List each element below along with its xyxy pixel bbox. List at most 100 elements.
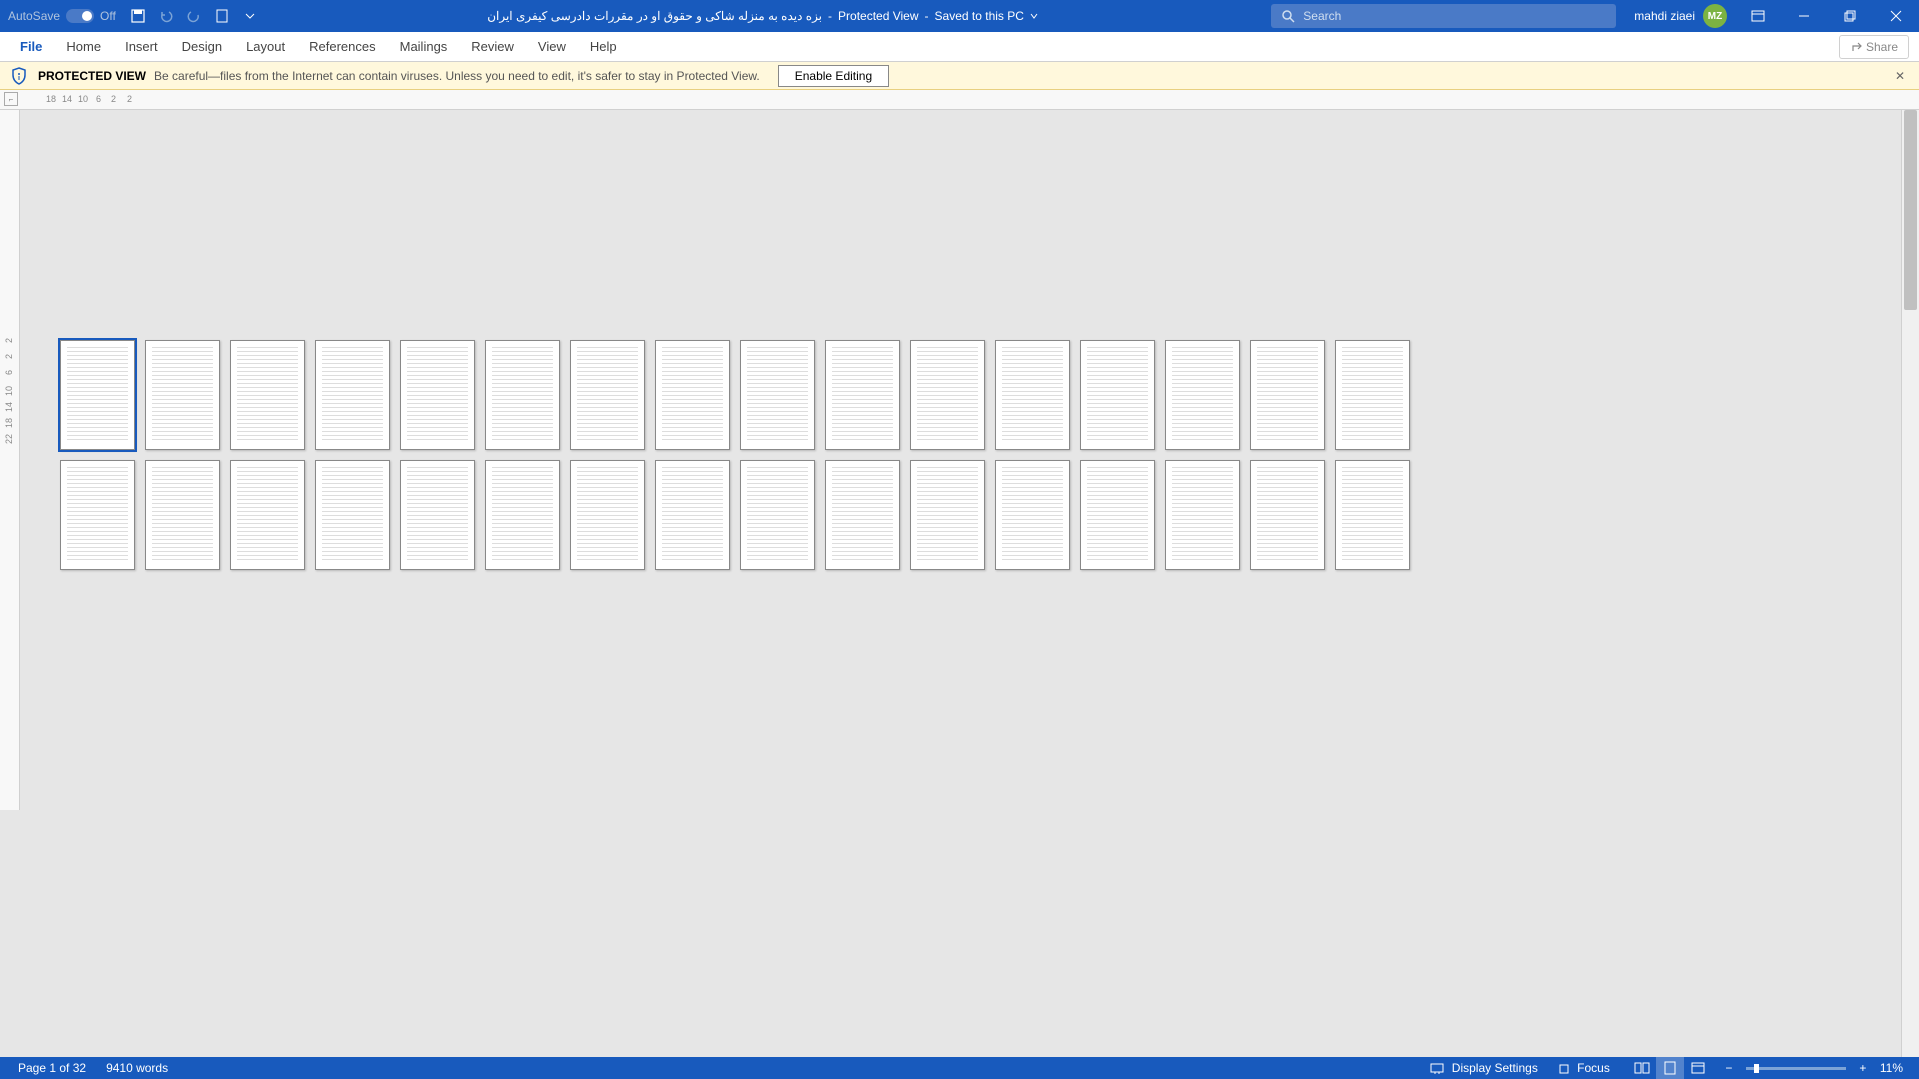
maximize-button[interactable] <box>1827 0 1873 32</box>
page-thumbnail[interactable] <box>400 460 475 570</box>
page-thumbnail[interactable] <box>145 460 220 570</box>
page-thumbnail[interactable] <box>655 340 730 450</box>
page-thumbnail[interactable] <box>740 460 815 570</box>
page-thumbnail[interactable] <box>910 340 985 450</box>
page-thumbnail[interactable] <box>1335 460 1410 570</box>
share-label: Share <box>1866 40 1898 54</box>
page-content-preview <box>407 467 468 563</box>
page-thumbnail[interactable] <box>60 460 135 570</box>
tab-view[interactable]: View <box>526 32 578 62</box>
page-thumbnail[interactable] <box>1080 460 1155 570</box>
web-layout-button[interactable] <box>1684 1057 1712 1079</box>
document-area[interactable] <box>20 110 1901 1057</box>
page-thumbnail[interactable] <box>740 340 815 450</box>
share-button[interactable]: Share <box>1839 35 1909 59</box>
customize-qat-button[interactable] <box>236 0 264 32</box>
tab-review[interactable]: Review <box>459 32 526 62</box>
minimize-icon <box>1798 10 1810 22</box>
ribbon-display-options-button[interactable] <box>1735 0 1781 32</box>
page-thumbnail[interactable] <box>315 460 390 570</box>
page-content-preview <box>662 347 723 443</box>
document-title-area: بزه دیده به منزله شاکی و حقوق او در مقرر… <box>264 9 1261 23</box>
print-layout-button[interactable] <box>1656 1057 1684 1079</box>
undo-button[interactable] <box>152 0 180 32</box>
page-thumbnail[interactable] <box>145 340 220 450</box>
page-thumbnail[interactable] <box>570 340 645 450</box>
page-thumbnail[interactable] <box>995 460 1070 570</box>
page-thumbnail[interactable] <box>825 460 900 570</box>
maximize-icon <box>1844 10 1856 22</box>
page-thumbnail[interactable] <box>1080 340 1155 450</box>
focus-mode-button[interactable]: Focus <box>1548 1061 1620 1075</box>
vertical-scrollbar[interactable] <box>1901 110 1919 1057</box>
print-layout-icon <box>1664 1061 1676 1075</box>
page-thumbnail[interactable] <box>485 460 560 570</box>
ruler-mark: 2 <box>111 94 116 104</box>
page-thumbnail[interactable] <box>230 460 305 570</box>
user-account-area[interactable]: mahdi ziaei MZ <box>1626 4 1735 28</box>
tab-mailings[interactable]: Mailings <box>388 32 460 62</box>
page-content-preview <box>237 347 298 443</box>
page-thumbnail[interactable] <box>995 340 1070 450</box>
page-thumbnail[interactable] <box>570 460 645 570</box>
status-bar: Page 1 of 32 9410 words Display Settings… <box>0 1057 1919 1079</box>
page-thumbnail[interactable] <box>315 340 390 450</box>
close-protected-bar-button[interactable]: ✕ <box>1891 67 1909 85</box>
page-thumbnail[interactable] <box>1335 340 1410 450</box>
page-thumbnail[interactable] <box>1165 460 1240 570</box>
shield-icon <box>10 67 28 85</box>
page-thumbnail[interactable] <box>825 340 900 450</box>
scrollbar-thumb[interactable] <box>1904 110 1917 310</box>
document-icon <box>216 9 228 23</box>
user-name-label: mahdi ziaei <box>1634 9 1695 23</box>
saved-location-label[interactable]: Saved to this PC <box>935 9 1024 23</box>
tab-references[interactable]: References <box>297 32 387 62</box>
share-icon <box>1850 41 1862 53</box>
zoom-in-button[interactable]: + <box>1854 1059 1872 1077</box>
save-button[interactable] <box>124 0 152 32</box>
page-number-status[interactable]: Page 1 of 32 <box>8 1061 96 1075</box>
ruler-mark: 6 <box>4 370 14 375</box>
redo-button[interactable] <box>180 0 208 32</box>
vertical-ruler[interactable]: 2 2 6 10 14 18 22 <box>0 110 20 810</box>
page-thumbnail[interactable] <box>655 460 730 570</box>
page-thumbnail[interactable] <box>230 340 305 450</box>
doc-properties-button[interactable] <box>208 0 236 32</box>
tab-design[interactable]: Design <box>170 32 234 62</box>
search-box[interactable] <box>1271 4 1616 28</box>
search-input[interactable] <box>1303 9 1606 23</box>
page-thumbnail[interactable] <box>60 340 135 450</box>
page-content-preview <box>67 467 128 563</box>
word-count-status[interactable]: 9410 words <box>96 1061 178 1075</box>
close-button[interactable] <box>1873 0 1919 32</box>
zoom-out-button[interactable]: − <box>1720 1059 1738 1077</box>
tab-file[interactable]: File <box>8 32 54 62</box>
enable-editing-button[interactable]: Enable Editing <box>778 65 889 87</box>
display-settings-button[interactable]: Display Settings <box>1420 1061 1547 1075</box>
zoom-percentage[interactable]: 11% <box>1872 1061 1911 1075</box>
minimize-button[interactable] <box>1781 0 1827 32</box>
page-thumbnail[interactable] <box>1165 340 1240 450</box>
ruler-mark: 10 <box>78 94 88 104</box>
page-content-preview <box>662 467 723 563</box>
zoom-slider[interactable] <box>1746 1067 1846 1070</box>
page-thumbnail[interactable] <box>400 340 475 450</box>
page-content-preview <box>747 347 808 443</box>
tab-home[interactable]: Home <box>54 32 113 62</box>
page-thumbnail[interactable] <box>1250 460 1325 570</box>
tab-layout[interactable]: Layout <box>234 32 297 62</box>
toggle-switch-icon <box>66 9 94 23</box>
page-thumbnail[interactable] <box>1250 340 1325 450</box>
page-content-preview <box>152 467 213 563</box>
tab-help[interactable]: Help <box>578 32 629 62</box>
tab-insert[interactable]: Insert <box>113 32 170 62</box>
read-mode-button[interactable] <box>1628 1057 1656 1079</box>
page-thumbnail[interactable] <box>910 460 985 570</box>
page-thumbnail[interactable] <box>485 340 560 450</box>
horizontal-ruler[interactable]: ⌐ 18 14 10 6 2 2 <box>0 90 1919 110</box>
web-layout-icon <box>1691 1062 1705 1074</box>
autosave-toggle[interactable]: AutoSave Off <box>0 9 124 23</box>
page-content-preview <box>832 467 893 563</box>
title-bar: AutoSave Off بزه دیده به منزله شاکی و حق… <box>0 0 1919 32</box>
tab-selector-icon[interactable]: ⌐ <box>4 92 18 106</box>
